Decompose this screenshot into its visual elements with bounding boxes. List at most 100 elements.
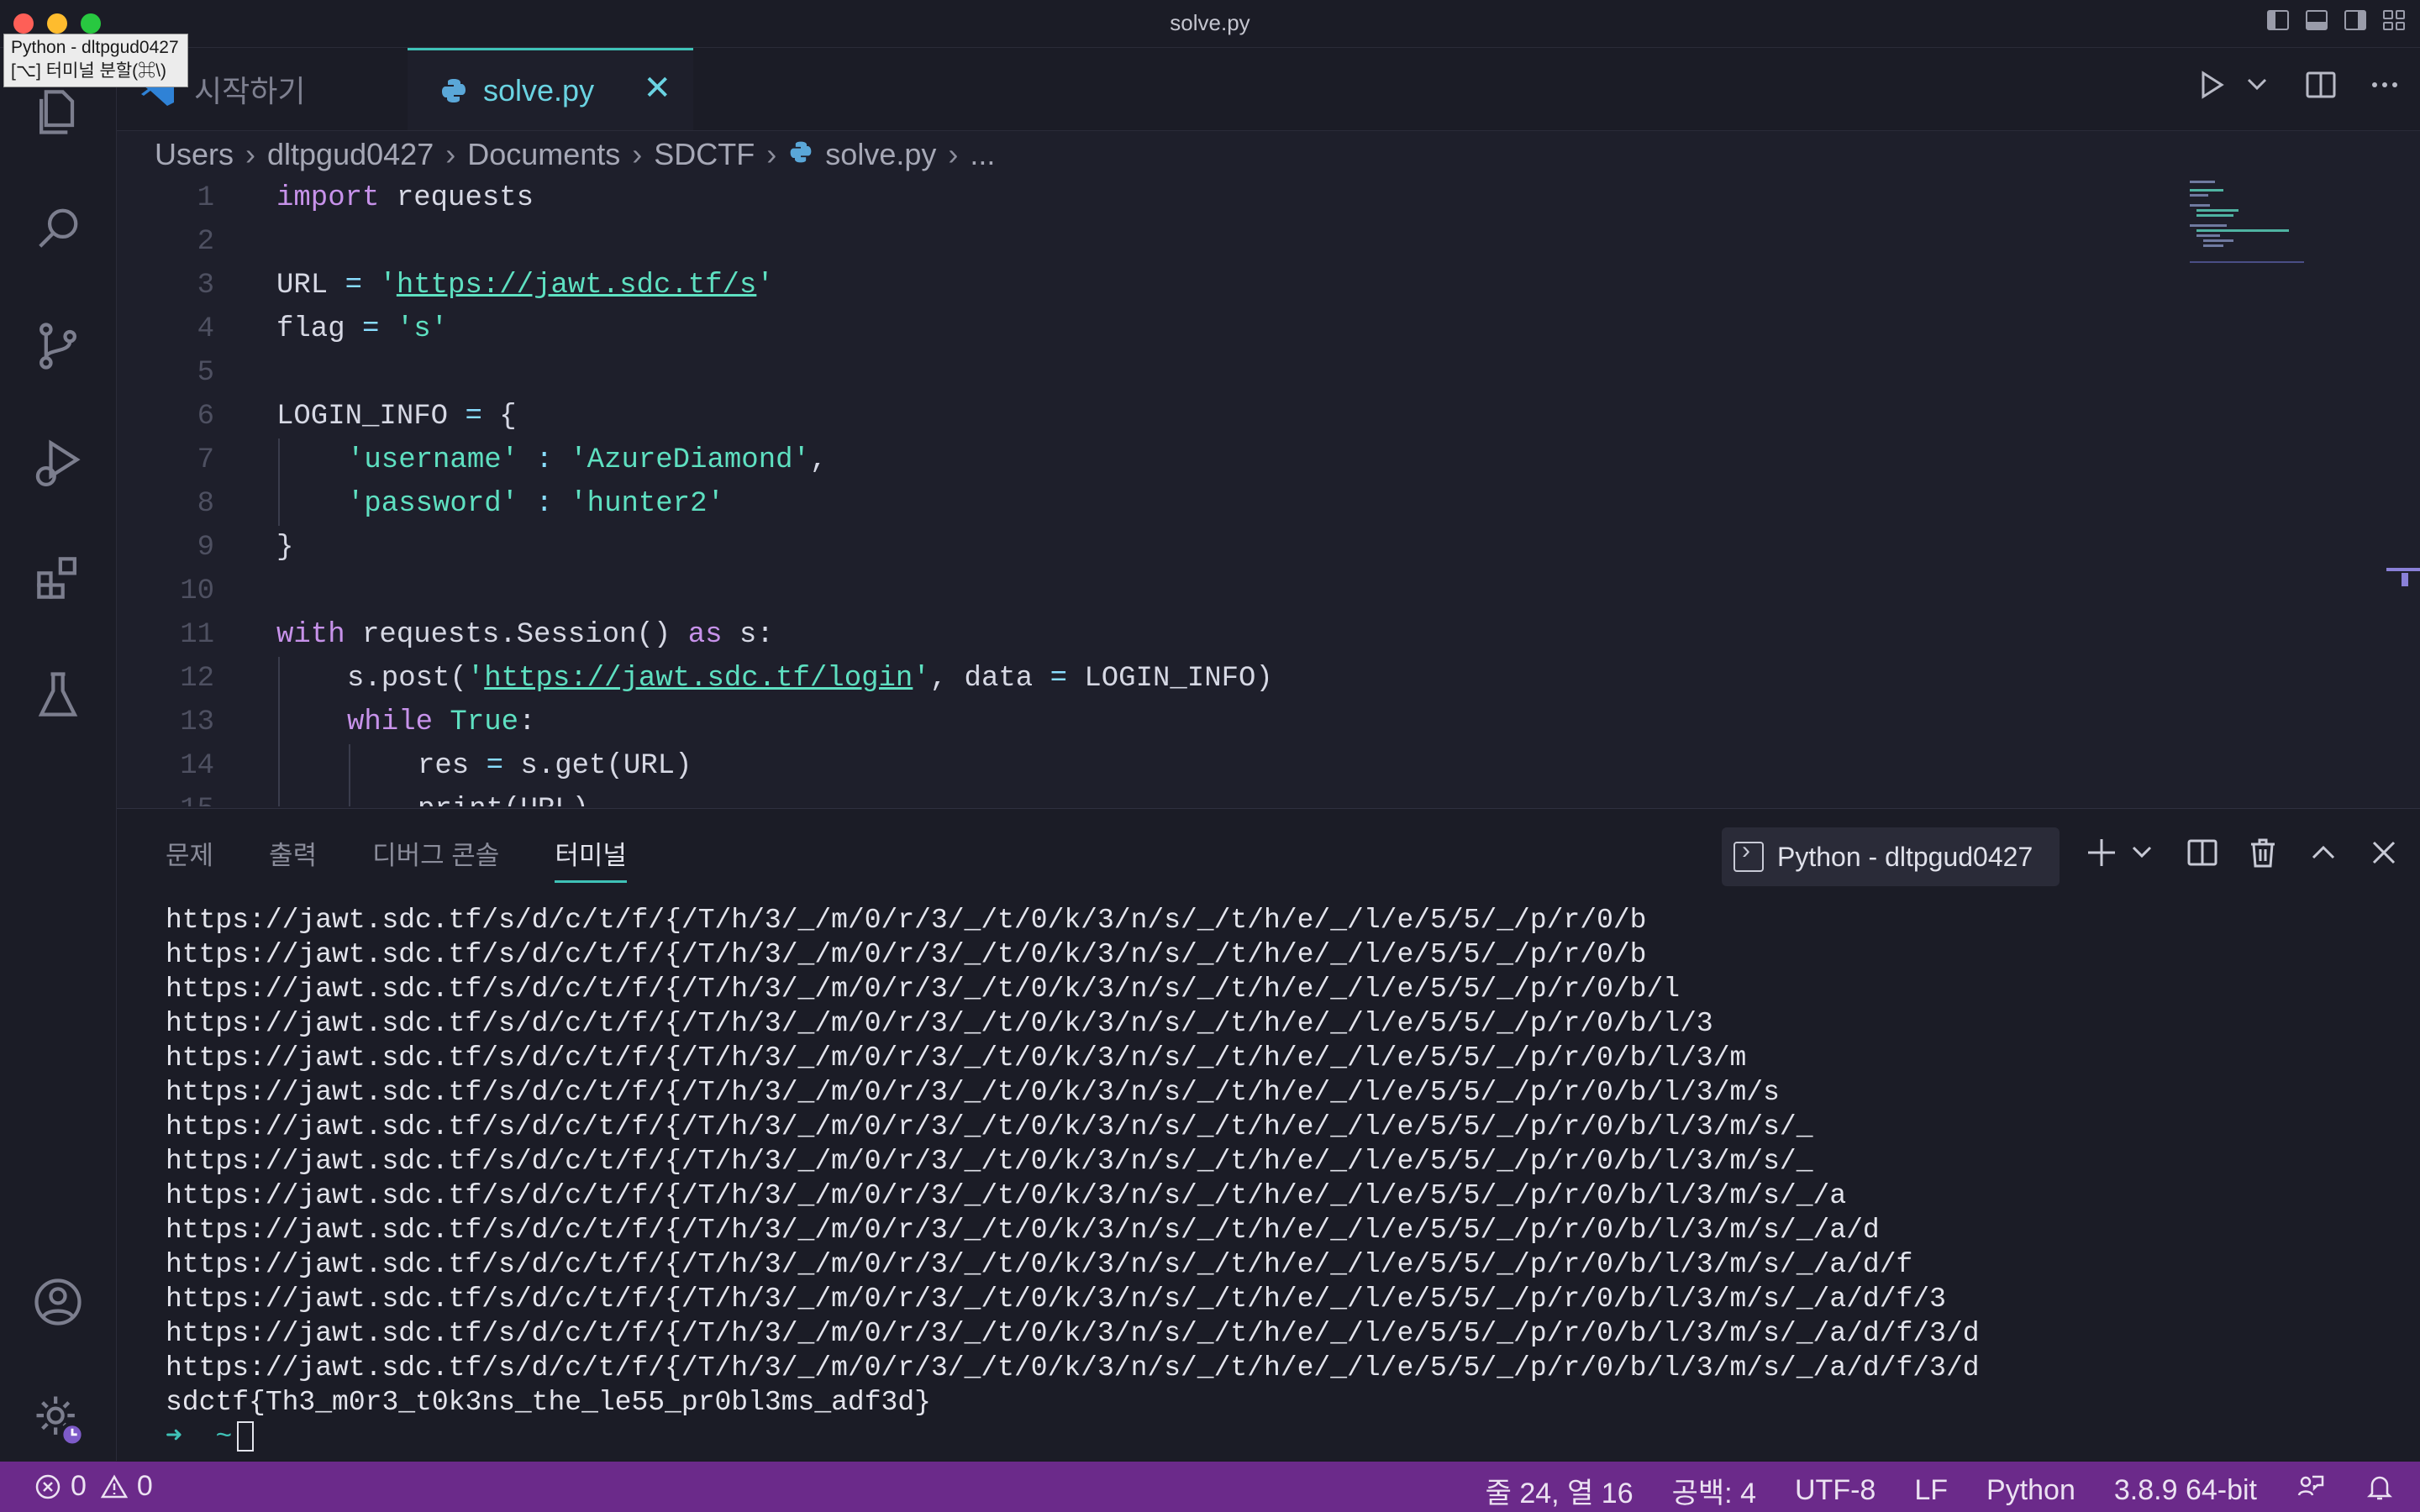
python-file-icon bbox=[439, 76, 468, 105]
end-of-line[interactable]: LF bbox=[1914, 1474, 1948, 1507]
editor-tab-bar: 시작하기 solve.py ✕ bbox=[117, 48, 2420, 131]
warning-count: 0 bbox=[136, 1470, 153, 1502]
code-string: ' bbox=[362, 270, 397, 302]
breadcrumb-separator-icon: › bbox=[632, 137, 643, 171]
line-number: 2 bbox=[197, 226, 214, 258]
code-url-link[interactable]: https://jawt.sdc.tf/login bbox=[484, 663, 913, 695]
explorer-icon[interactable] bbox=[29, 81, 87, 140]
notifications-bell-icon[interactable] bbox=[2365, 1472, 2395, 1509]
error-count: 0 bbox=[71, 1470, 87, 1502]
new-terminal-plus-icon[interactable] bbox=[2083, 834, 2120, 875]
code-keyword: import bbox=[276, 182, 380, 214]
maximize-panel-chevron-up-icon[interactable] bbox=[2305, 834, 2342, 875]
breadcrumb-item[interactable]: solve.py bbox=[825, 137, 936, 172]
split-terminal-icon[interactable] bbox=[2184, 834, 2221, 875]
breadcrumb-item[interactable]: Documents bbox=[467, 137, 620, 172]
code-text: s.post( bbox=[347, 663, 467, 695]
tab-solve-py[interactable]: solve.py ✕ bbox=[408, 48, 693, 130]
breadcrumb-separator-icon: › bbox=[948, 137, 959, 171]
toggle-secondary-sidebar-icon[interactable] bbox=[2344, 10, 2366, 30]
more-actions-icon[interactable] bbox=[2366, 66, 2403, 108]
tab-debug-console[interactable]: 디버그 콘솔 bbox=[372, 834, 499, 883]
breadcrumb-separator-icon: › bbox=[445, 137, 456, 171]
line-number: 10 bbox=[180, 575, 214, 607]
tab-problems[interactable]: 문제 bbox=[166, 834, 213, 883]
breadcrumb-item[interactable]: Users bbox=[155, 137, 234, 172]
breadcrumb-item[interactable]: dltpgud0427 bbox=[267, 137, 434, 172]
run-dropdown-chevron-icon[interactable] bbox=[2238, 66, 2275, 108]
code-text: requests.Session() bbox=[345, 619, 688, 651]
code-text: , bbox=[809, 444, 828, 476]
code-string: ' bbox=[913, 663, 930, 695]
manage-gear-icon[interactable] bbox=[29, 1389, 87, 1447]
tooltip-line-2: [⌥] 터미널 분할(⌘\) bbox=[11, 61, 166, 81]
toggle-panel-icon[interactable] bbox=[2306, 10, 2328, 30]
terminal-line: https://jawt.sdc.tf/s/d/c/t/f/{/T/h/3/_/… bbox=[166, 1284, 1946, 1315]
cursor-position[interactable]: 줄 24, 열 16 bbox=[1486, 1470, 1634, 1511]
code-keyword: with bbox=[276, 619, 345, 651]
toggle-primary-sidebar-icon[interactable] bbox=[2267, 10, 2289, 30]
code-line: 8 'password' : 'hunter2' bbox=[117, 482, 2217, 526]
indentation[interactable]: 공백: 4 bbox=[1672, 1470, 1756, 1511]
terminal-line: https://jawt.sdc.tf/s/d/c/t/f/{/T/h/3/_/… bbox=[166, 1352, 1980, 1383]
terminal-cursor bbox=[237, 1421, 255, 1452]
code-line: 4 flag = 's' bbox=[117, 307, 2217, 351]
run-python-file-icon[interactable] bbox=[2193, 66, 2230, 108]
window-title: solve.py bbox=[1170, 10, 1250, 35]
minimap[interactable] bbox=[2190, 181, 2307, 265]
terminal-line: https://jawt.sdc.tf/s/d/c/t/f/{/T/h/3/_/… bbox=[166, 1215, 1880, 1246]
code-line: 12 s.post('https://jawt.sdc.tf/login', da… bbox=[117, 657, 2217, 701]
line-number: 4 bbox=[197, 313, 214, 345]
problems-status[interactable]: 0 0 bbox=[34, 1470, 153, 1503]
tooltip-line-1: Python - dltpgud0427 bbox=[11, 38, 179, 57]
terminal-selector[interactable]: Python - dltpgud0427 bbox=[1722, 827, 2060, 886]
line-number: 15 bbox=[117, 788, 214, 806]
search-icon[interactable] bbox=[29, 199, 87, 258]
status-bar: 0 0 줄 24, 열 16 공백: 4 UTF-8 LF Python 3.8… bbox=[0, 1462, 2420, 1512]
terminal-line: https://jawt.sdc.tf/s/d/c/t/f/{/T/h/3/_/… bbox=[166, 1146, 1813, 1177]
code-line: 15 print(URL) bbox=[117, 788, 2217, 806]
code-text: s: bbox=[722, 619, 774, 651]
code-string: ' bbox=[756, 270, 774, 302]
terminal-prompt[interactable]: ➜ ~ bbox=[166, 1420, 1980, 1454]
extensions-icon[interactable] bbox=[29, 549, 87, 607]
breadcrumb-item[interactable]: ... bbox=[970, 137, 995, 172]
code-operator: = bbox=[362, 313, 380, 345]
terminal-dropdown-chevron-icon[interactable] bbox=[2123, 834, 2160, 875]
warning-icon bbox=[100, 1474, 129, 1498]
code-line: 2 bbox=[117, 220, 2217, 264]
close-tab-icon[interactable]: ✕ bbox=[643, 69, 671, 108]
code-text: URL bbox=[276, 270, 345, 302]
code-line: 10 bbox=[117, 570, 2217, 613]
accounts-icon[interactable] bbox=[29, 1273, 87, 1331]
tab-terminal[interactable]: 터미널 bbox=[555, 834, 627, 883]
terminal-output[interactable]: https://jawt.sdc.tf/s/d/c/t/f/{/T/h/3/_/… bbox=[166, 903, 1980, 1454]
terminal-line: https://jawt.sdc.tf/s/d/c/t/f/{/T/h/3/_/… bbox=[166, 1042, 1747, 1074]
source-control-icon[interactable] bbox=[29, 317, 87, 375]
breadcrumb-item[interactable]: SDCTF bbox=[654, 137, 755, 172]
code-editor[interactable]: 1 import requests 2 3 URL = 'https://jawt.… bbox=[117, 176, 2420, 806]
feedback-icon[interactable] bbox=[2296, 1472, 2326, 1509]
python-interpreter[interactable]: 3.8.9 64-bit bbox=[2114, 1474, 2257, 1507]
close-panel-icon[interactable] bbox=[2365, 834, 2402, 875]
code-line: 3 URL = 'https://jawt.sdc.tf/s' bbox=[117, 264, 2217, 307]
language-mode[interactable]: Python bbox=[1986, 1474, 2075, 1507]
run-debug-icon[interactable] bbox=[29, 433, 87, 491]
tab-label: solve.py bbox=[483, 72, 595, 108]
scrollbar-thumb[interactable] bbox=[2402, 573, 2408, 586]
scrollbar-marker bbox=[2386, 568, 2420, 571]
customize-layout-icon[interactable] bbox=[2383, 10, 2405, 30]
split-editor-icon[interactable] bbox=[2302, 66, 2339, 108]
kill-terminal-trash-icon[interactable] bbox=[2244, 834, 2281, 875]
terminal-line: https://jawt.sdc.tf/s/d/c/t/f/{/T/h/3/_/… bbox=[166, 1008, 1713, 1039]
tab-output[interactable]: 출력 bbox=[269, 834, 317, 883]
code-url-link[interactable]: https://jawt.sdc.tf/s bbox=[397, 270, 756, 302]
code-line: 7 'username' : 'AzureDiamond', bbox=[117, 438, 2217, 482]
testing-icon[interactable] bbox=[29, 666, 87, 725]
file-encoding[interactable]: UTF-8 bbox=[1795, 1474, 1876, 1507]
line-number: 5 bbox=[197, 357, 214, 389]
code-text: , data bbox=[929, 663, 1050, 695]
tooltip: Python - dltpgud0427 [⌥] 터미널 분할(⌘\) bbox=[3, 34, 188, 87]
breadcrumb-separator-icon: › bbox=[766, 137, 777, 171]
code-string: 'AzureDiamond' bbox=[552, 444, 810, 476]
